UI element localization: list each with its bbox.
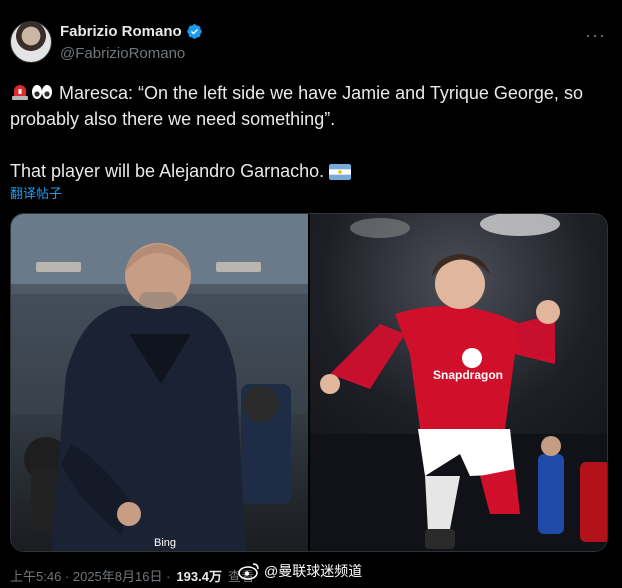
media-grid: Bing Snapdragon	[10, 213, 608, 552]
weibo-logo-icon	[238, 563, 259, 580]
tweet-line-1: Maresca: “On the left side we have Jamie…	[59, 83, 583, 103]
tweet-line-2: probably also there we need something”.	[10, 109, 336, 129]
tweet-line-3: That player will be Alejandro Garnacho.	[10, 161, 325, 181]
author-name-line[interactable]: Fabrizio Romano	[60, 23, 203, 40]
photo-player-illustration: Snapdragon	[310, 214, 607, 551]
translate-post-link[interactable]: 翻译帖子	[10, 183, 62, 202]
tweet-footer: 上午5:46 · 2025年8月16日 · 193.4万 查看	[10, 566, 254, 585]
watermark-text: @曼联球迷频道	[264, 563, 363, 579]
eyes-icon	[32, 85, 52, 99]
argentina-flag-icon	[329, 164, 352, 180]
avatar[interactable]	[10, 21, 52, 63]
tweet-header: Fabrizio Romano @FabrizioRomano ···	[10, 17, 612, 69]
views-count: 193.4万	[176, 569, 222, 584]
photo-coach-illustration: Bing	[11, 214, 308, 551]
photo-player[interactable]: Snapdragon	[310, 214, 607, 551]
jersey-sponsor-text: Snapdragon	[433, 368, 503, 382]
siren-icon	[12, 85, 28, 100]
author-name[interactable]: Fabrizio Romano	[60, 23, 182, 40]
tweet-text: Maresca: “On the left side we have Jamie…	[10, 80, 610, 184]
verified-badge-icon	[186, 24, 202, 39]
photo-coach[interactable]: Bing	[11, 214, 308, 551]
jacket-badge-text: Bing	[154, 537, 176, 549]
more-options-icon[interactable]: ···	[585, 25, 606, 46]
watermark: @曼联球迷频道	[238, 561, 362, 581]
tweet-timestamp[interactable]: 上午5:46 · 2025年8月16日 ·	[10, 566, 170, 585]
author-handle[interactable]: @FabrizioRomano	[60, 45, 185, 62]
